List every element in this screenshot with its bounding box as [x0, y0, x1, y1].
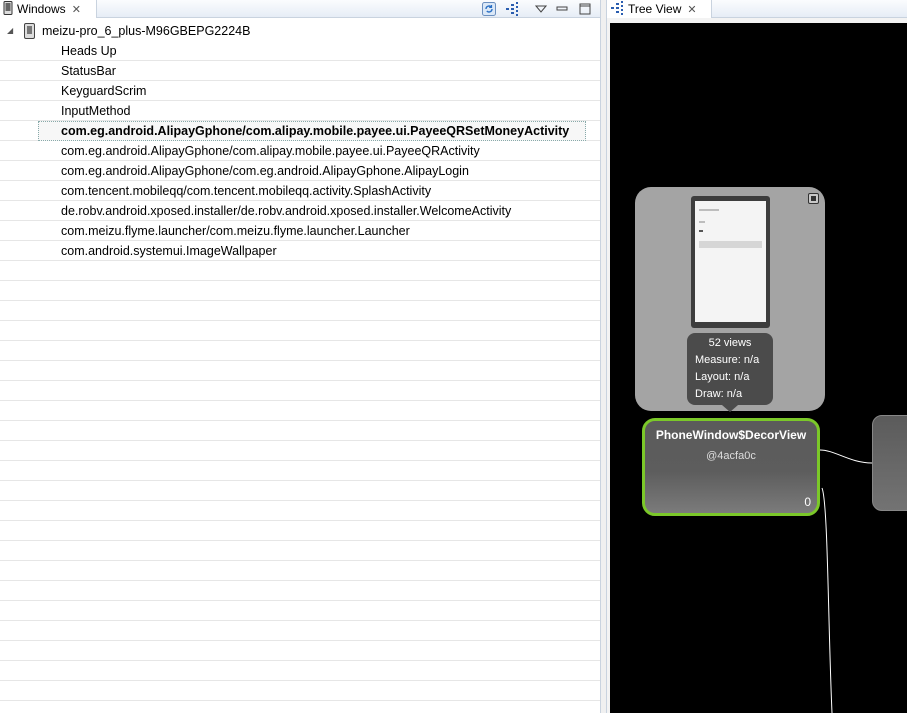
node-id: @4acfa0c — [706, 450, 756, 462]
thumbnail-line — [699, 230, 703, 232]
views-count: 52 views — [708, 337, 752, 349]
empty-row — [0, 361, 600, 381]
window-label: com.tencent.mobileqq/com.tencent.mobileq… — [61, 184, 432, 198]
empty-row — [0, 341, 600, 361]
window-label: com.android.systemui.ImageWallpaper — [61, 244, 277, 258]
stats-pointer — [722, 405, 738, 412]
window-label: com.eg.android.AlipayGphone/com.alipay.m… — [61, 124, 570, 138]
window-label: com.eg.android.AlipayGphone/com.eg.andro… — [61, 164, 469, 178]
empty-row — [0, 381, 600, 401]
empty-row — [0, 641, 600, 661]
screen-thumbnail-content — [695, 201, 766, 322]
empty-row — [0, 461, 600, 481]
close-icon[interactable]: ✕ — [72, 3, 81, 16]
device-icon — [24, 23, 35, 39]
empty-row — [0, 521, 600, 541]
windows-panel: Windows ✕ ◢ meizu-pro_6_plus-M96GBEPG222… — [0, 0, 600, 713]
empty-row — [0, 281, 600, 301]
empty-row — [0, 601, 600, 621]
windows-tab-label: Windows — [17, 2, 66, 16]
window-row[interactable]: com.android.systemui.ImageWallpaper — [0, 241, 600, 261]
phone-icon — [3, 0, 13, 18]
empty-row — [0, 321, 600, 341]
thumbnail-line — [699, 221, 705, 223]
empty-row — [0, 301, 600, 321]
tree-view-icon — [610, 0, 624, 18]
device-label: meizu-pro_6_plus-M96GBEPG2224B — [42, 24, 251, 38]
empty-row — [0, 401, 600, 421]
pane-splitter[interactable] — [600, 0, 607, 713]
empty-row — [0, 541, 600, 561]
child-view-node[interactable] — [872, 415, 907, 511]
window-label: StatusBar — [61, 64, 116, 78]
window-row[interactable]: KeyguardScrim — [0, 81, 600, 101]
thumbnail-button — [699, 241, 762, 248]
load-view-hierarchy-icon[interactable] — [504, 1, 520, 17]
empty-row — [0, 621, 600, 641]
node-preview-card: 52 views Measure: n/a Layout: n/a Draw: … — [635, 187, 825, 412]
window-label: com.meizu.flyme.launcher/com.meizu.flyme… — [61, 224, 410, 238]
layout-time: Layout: n/a — [695, 371, 750, 383]
window-row[interactable]: com.eg.android.AlipayGphone/com.eg.andro… — [0, 161, 600, 181]
empty-row — [0, 681, 600, 701]
measure-time: Measure: n/a — [695, 354, 760, 366]
window-row[interactable]: InputMethod — [0, 101, 600, 121]
window-row[interactable]: com.eg.android.AlipayGphone/com.alipay.m… — [0, 141, 600, 161]
close-icon[interactable]: ✕ — [687, 3, 696, 16]
decor-view-node[interactable]: PhoneWindow$DecorView @4acfa0c 0 — [642, 418, 820, 516]
window-row[interactable]: de.robv.android.xposed.installer/de.robv… — [0, 201, 600, 221]
tree-view-panel: Tree View ✕ 52 views Measure: n/a Layout… — [607, 0, 907, 713]
maximize-icon[interactable] — [577, 1, 593, 17]
windows-tree: ◢ meizu-pro_6_plus-M96GBEPG2224B Heads U… — [0, 21, 600, 713]
window-label: de.robv.android.xposed.installer/de.robv… — [61, 204, 512, 218]
window-label: Heads Up — [61, 44, 117, 58]
window-row-selected[interactable]: com.eg.android.AlipayGphone/com.alipay.m… — [0, 121, 600, 141]
tree-view-tab-label: Tree View — [628, 2, 682, 16]
tree-canvas[interactable]: 52 views Measure: n/a Layout: n/a Draw: … — [610, 23, 907, 713]
window-row[interactable]: Heads Up — [0, 41, 600, 61]
empty-row — [0, 501, 600, 521]
windows-tab[interactable]: Windows ✕ — [0, 0, 97, 18]
window-label: KeyguardScrim — [61, 84, 147, 98]
expand-preview-icon[interactable] — [808, 193, 819, 204]
minimize-icon[interactable] — [554, 1, 570, 17]
empty-row — [0, 421, 600, 441]
thumbnail-line — [699, 209, 719, 211]
empty-row — [0, 481, 600, 501]
view-menu-icon[interactable] — [533, 1, 549, 17]
window-row[interactable]: com.tencent.mobileqq/com.tencent.mobileq… — [0, 181, 600, 201]
empty-row — [0, 441, 600, 461]
node-title: PhoneWindow$DecorView — [655, 428, 807, 442]
empty-row — [0, 661, 600, 681]
refresh-icon[interactable] — [481, 1, 497, 17]
tree-view-tabbar: Tree View ✕ — [607, 0, 907, 18]
empty-row — [0, 561, 600, 581]
empty-row — [0, 581, 600, 601]
window-label: com.eg.android.AlipayGphone/com.alipay.m… — [61, 144, 480, 158]
empty-row — [0, 261, 600, 281]
window-row[interactable]: StatusBar — [0, 61, 600, 81]
window-row[interactable]: com.meizu.flyme.launcher/com.meizu.flyme… — [0, 221, 600, 241]
window-label: InputMethod — [61, 104, 131, 118]
node-index: 0 — [804, 495, 811, 509]
node-stats-box: 52 views Measure: n/a Layout: n/a Draw: … — [687, 333, 773, 405]
device-row[interactable]: ◢ meizu-pro_6_plus-M96GBEPG2224B — [0, 21, 600, 41]
screen-thumbnail[interactable] — [691, 196, 770, 328]
draw-time: Draw: n/a — [695, 388, 743, 400]
windows-tabbar: Windows ✕ — [0, 0, 600, 18]
tree-view-tab[interactable]: Tree View ✕ — [607, 0, 712, 18]
expand-arrow-icon[interactable]: ◢ — [7, 26, 13, 35]
